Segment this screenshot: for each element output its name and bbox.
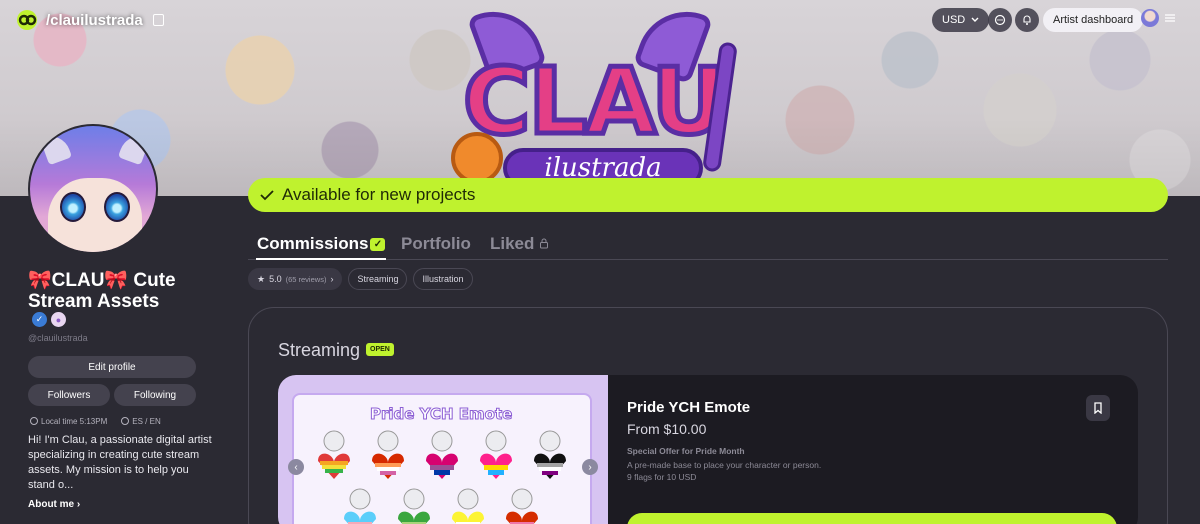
pride-emote-grid xyxy=(318,430,566,524)
tab-portfolio[interactable]: Portfolio xyxy=(401,234,471,254)
next-image-button[interactable]: › xyxy=(582,459,598,475)
hamburger-icon xyxy=(1165,14,1175,22)
item-price: From $10.00 xyxy=(627,421,707,437)
avatar xyxy=(1141,9,1159,27)
currency-label: USD xyxy=(942,14,966,26)
item-title[interactable]: Pride YCH Emote xyxy=(627,399,750,416)
followers-button[interactable]: Followers xyxy=(28,384,110,406)
chip-streaming[interactable]: Streaming xyxy=(348,268,408,290)
filter-chips: ★ 5.0 (65 reviews) › Streaming Illustrat… xyxy=(248,268,473,290)
chevron-right-icon: › xyxy=(330,274,334,284)
commission-item[interactable]: Pride YCH Emote ‹ › Pride YCH Emote From… xyxy=(278,375,1138,524)
check-icon xyxy=(260,190,274,201)
profile-tabs: Commissions ✓ Portfolio Liked xyxy=(248,234,1168,260)
bell-icon xyxy=(1023,15,1031,25)
active-tab-indicator xyxy=(256,258,386,260)
chevron-down-icon xyxy=(971,17,979,22)
brand[interactable]: /clauilustrada xyxy=(14,9,164,31)
emote-row-1 xyxy=(318,430,566,479)
star-icon: ★ xyxy=(257,273,266,284)
availability-text: Available for new projects xyxy=(282,185,476,204)
profile-bio: Hi! I'm Clau, a passionate digital artis… xyxy=(28,434,212,491)
review-count: (65 reviews) xyxy=(285,274,327,284)
item-subtitle: Special Offer for Pride Month xyxy=(627,446,745,456)
bookmark-icon xyxy=(1094,402,1102,414)
artist-dashboard-button[interactable]: Artist dashboard xyxy=(1043,8,1144,32)
item-description: A pre-made base to place your character … xyxy=(627,460,822,482)
egg-badge-icon: ● xyxy=(51,312,66,327)
rating-chip[interactable]: ★ 5.0 (65 reviews) › xyxy=(248,268,343,290)
tab-commissions[interactable]: Commissions ✓ xyxy=(257,234,386,254)
location-pin-icon xyxy=(30,417,38,425)
section-title: Streaming xyxy=(278,340,361,360)
account-menu[interactable] xyxy=(1141,9,1176,27)
copy-icon[interactable] xyxy=(152,14,164,26)
verified-badge-icon: ✓ xyxy=(32,312,47,327)
brand-logo-icon[interactable] xyxy=(14,9,40,31)
profile-handle-link[interactable]: /clauilustrada xyxy=(46,12,143,29)
prev-image-button[interactable]: ‹ xyxy=(288,459,304,475)
currency-selector[interactable]: USD xyxy=(932,8,990,32)
chat-bubble-icon xyxy=(994,14,1006,26)
request-button[interactable] xyxy=(627,513,1117,524)
about-me-link[interactable]: About me › xyxy=(28,499,80,510)
tab-liked[interactable]: Liked xyxy=(490,234,549,254)
profile-meta: Local time 5:13PM ES / EN xyxy=(30,417,161,426)
chat-button[interactable] xyxy=(988,8,1012,32)
profile-avatar xyxy=(28,124,158,254)
logo-ball xyxy=(451,132,503,184)
following-button[interactable]: Following xyxy=(114,384,196,406)
logo-text: CLAU xyxy=(460,48,728,155)
top-bar: /clauilustrada USD Artist dashboard xyxy=(0,0,1200,40)
item-thumbnail[interactable]: Pride YCH Emote ‹ › xyxy=(278,375,608,524)
availability-banner: Available for new projects xyxy=(248,178,1168,212)
check-icon: ✓ xyxy=(370,238,386,251)
rating-value: 5.0 xyxy=(269,274,282,284)
notifications-button[interactable] xyxy=(1015,8,1039,32)
chip-illustration[interactable]: Illustration xyxy=(413,268,473,290)
emote-row-2 xyxy=(344,488,538,524)
profile-name: 🎀CLAU🎀 Cute Stream Assets xyxy=(28,270,176,312)
local-time: Local time 5:13PM xyxy=(41,417,108,426)
profile-badges: ✓ ● xyxy=(32,312,66,327)
edit-profile-button[interactable]: Edit profile xyxy=(28,356,196,378)
lock-icon xyxy=(540,238,549,249)
globe-icon xyxy=(121,417,130,425)
languages: ES / EN xyxy=(132,417,161,426)
bookmark-button[interactable] xyxy=(1086,395,1110,421)
profile-handle: @clauilustrada xyxy=(28,333,88,343)
status-badge: OPEN xyxy=(366,343,394,356)
